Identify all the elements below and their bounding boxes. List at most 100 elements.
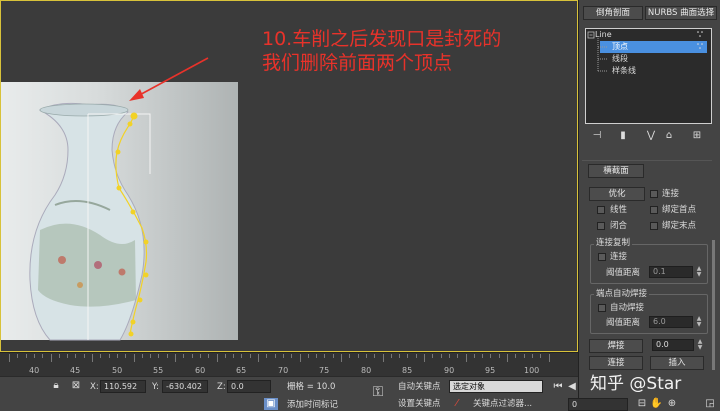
pan-icon[interactable]: ✋ <box>650 398 662 410</box>
show-end-result-icon[interactable]: ▮ <box>618 130 628 142</box>
threshold2-spinner-icon[interactable]: ▲ ▼ <box>696 316 702 328</box>
linear-checkbox[interactable] <box>597 206 605 214</box>
connect-copy-group-title: 连接复制 <box>594 238 633 249</box>
timeline-tick-mark <box>498 354 500 358</box>
timeline-tick-mark <box>175 354 176 362</box>
timeline-tick-mark <box>33 354 35 358</box>
timeline-tick-mark <box>274 354 276 358</box>
connect-label: 连接 <box>662 189 680 199</box>
timeline-tick-mark <box>133 354 135 362</box>
timeline-tick-mark <box>158 354 160 358</box>
timeline-tick-mark <box>424 354 425 362</box>
timeline-tick-mark <box>341 354 342 362</box>
optimize-button[interactable]: 优化 <box>589 187 645 201</box>
y-label: Y: <box>152 382 159 392</box>
modifier-stack[interactable]: Line 顶点 线段 样条线 <box>585 28 712 124</box>
add-time-tag-label[interactable]: 添加时间标记 <box>287 400 338 411</box>
endpoint-weld-group-title: 端点自动焊接 <box>594 289 650 300</box>
key-filters-button[interactable]: 关键点过滤器... <box>473 399 532 410</box>
timeline-tick-mark <box>116 354 118 358</box>
timeline-tick-mark <box>365 354 367 358</box>
threshold-input[interactable]: 0.1 <box>649 266 693 278</box>
z-coordinate-input[interactable]: 0.0 <box>227 380 271 393</box>
linear-label: 线性 <box>610 205 628 215</box>
panel-scrollbar[interactable] <box>712 240 715 370</box>
previous-frame-icon[interactable]: ◀ <box>566 381 578 393</box>
timeline-tick-label: 65 <box>236 366 247 375</box>
weld-spinner-icon[interactable]: ▲ ▼ <box>697 339 703 351</box>
auto-weld-checkbox[interactable] <box>598 304 606 312</box>
timeline-tick-mark <box>432 354 434 358</box>
timeline-tick-mark <box>208 354 210 358</box>
connect-button[interactable]: 连接 <box>589 356 643 370</box>
section-rollout-title[interactable]: 横截面 <box>588 164 644 178</box>
go-to-start-icon[interactable]: ⏮ <box>552 381 564 393</box>
connect-checkbox[interactable] <box>650 190 658 198</box>
transform-mode-icon[interactable]: ⊠ <box>70 380 82 392</box>
y-coordinate-input[interactable]: -630.402 <box>162 380 208 393</box>
timeline-tick-mark <box>17 354 19 358</box>
timeline-tick-mark <box>9 354 10 362</box>
orbit-icon[interactable]: ⊟ <box>636 398 648 410</box>
timeline-tick-mark <box>299 354 301 362</box>
x-coordinate-input[interactable]: 110.592 <box>100 380 146 393</box>
timeline-tick-mark <box>199 354 201 358</box>
bind-first-label: 绑定首点 <box>662 205 697 215</box>
timeline-tick-mark <box>83 354 85 358</box>
nurbs-select-button[interactable]: NURBS 曲面选择 <box>645 6 717 20</box>
timeline-tick-mark <box>332 354 334 358</box>
timeline-tick-mark <box>465 354 467 362</box>
timeline-tick-mark <box>241 354 243 358</box>
bind-last-label: 绑定末点 <box>662 221 697 231</box>
weld-button[interactable]: 焊接 <box>589 339 643 353</box>
timeline-tick-mark <box>183 354 185 358</box>
stack-tree-lines <box>587 31 703 72</box>
timeline-tick-mark <box>490 354 492 358</box>
timeline-tick-mark <box>349 354 351 358</box>
timeline-tick-mark <box>58 354 60 358</box>
pin-stack-icon[interactable]: ⊣ <box>592 130 602 142</box>
timeline-tick-mark <box>415 354 417 358</box>
connect-copy-checkbox[interactable] <box>598 253 606 261</box>
timeline-tick-label: 45 <box>70 366 81 375</box>
bind-last-checkbox[interactable] <box>650 222 658 230</box>
timeline-tick-mark <box>100 354 102 358</box>
key-icon[interactable]: ⚿ <box>368 385 388 399</box>
selected-object-dropdown[interactable]: 选定对象 <box>449 380 543 393</box>
insert-button[interactable]: 插入 <box>650 356 704 370</box>
timeline-tick-mark <box>382 354 384 362</box>
current-frame-input[interactable]: 0 <box>568 398 628 411</box>
timeline-tick-mark <box>399 354 401 358</box>
set-key-label[interactable]: 设置关键点 <box>398 399 441 410</box>
timeline-tick-mark <box>75 354 77 358</box>
bind-first-checkbox[interactable] <box>650 206 658 214</box>
remove-modifier-icon[interactable]: ⌂ <box>664 130 674 142</box>
make-unique-icon[interactable]: ⋁ <box>646 130 656 142</box>
configure-sets-icon[interactable]: ⊞ <box>692 130 702 142</box>
auto-key-label[interactable]: 自动关键点 <box>398 382 441 393</box>
perspective-viewport[interactable]: 10.车削之后发现口是封死的 我们删除前面两个顶点 <box>0 0 578 352</box>
closed-checkbox[interactable] <box>597 222 605 230</box>
red-annotation-text: 10.车削之后发现口是封死的 我们删除前面两个顶点 <box>262 27 501 75</box>
threshold2-input[interactable]: 6.0 <box>649 316 693 328</box>
timeline-tick-label: 90 <box>444 366 455 375</box>
threshold-label: 阈值距离 <box>606 268 641 278</box>
timeline-tick-mark <box>108 354 110 358</box>
timeline-tick-mark <box>125 354 127 358</box>
threshold2-label: 阈值距离 <box>606 318 641 328</box>
timeline-tick-mark <box>92 354 93 362</box>
timeline-tick-mark <box>523 354 525 358</box>
threshold-spinner-icon[interactable]: ▲ ▼ <box>696 266 702 278</box>
bevel-profile-button[interactable]: 倒角剖面 <box>583 6 643 20</box>
closed-label: 闭合 <box>610 221 628 231</box>
timeline-tick-mark <box>374 354 376 358</box>
weld-threshold-input[interactable]: 0.0 <box>652 339 694 351</box>
timeline-tick-mark <box>141 354 143 358</box>
lock-selection-icon[interactable]: 🔒︎ <box>50 380 62 392</box>
zoom-icon[interactable]: ⊕ <box>666 398 678 410</box>
timeline-tick-mark <box>191 354 193 358</box>
maximize-viewport-icon[interactable]: ◲ <box>704 398 716 410</box>
timeline-tick-label: 70 <box>278 366 289 375</box>
key-mode-icon[interactable]: ⁄ <box>451 398 463 410</box>
time-tag-icon[interactable]: ▣ <box>264 398 278 410</box>
